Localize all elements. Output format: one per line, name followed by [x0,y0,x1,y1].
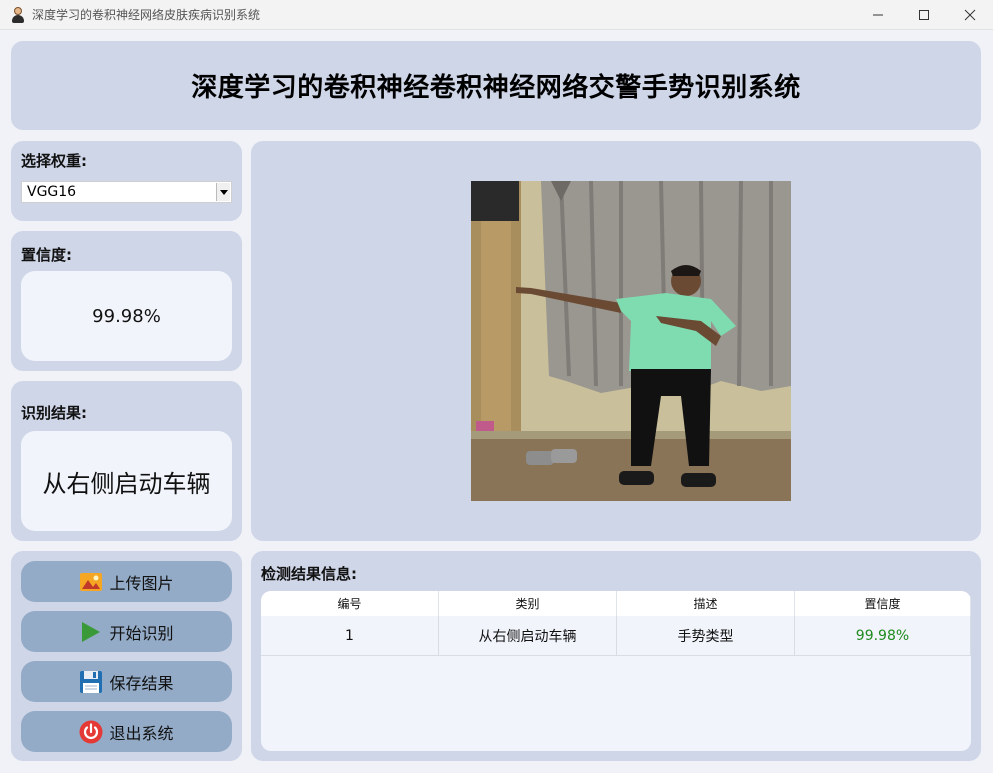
cell-confidence: 99.98% [795,616,971,655]
start-recognition-label: 开始识别 [109,623,174,643]
weight-select[interactable]: VGG16 [21,181,232,203]
image-icon [80,572,103,591]
column-header-confidence[interactable]: 置信度 [795,591,971,616]
results-table[interactable]: 编号 类别 描述 置信度 1 从右侧启动车辆 手势类型 99.98% [261,591,971,751]
minimize-icon [873,14,883,16]
exit-system-label: 退出系统 [109,723,174,743]
minimize-button[interactable] [855,0,901,30]
column-header-id[interactable]: 编号 [261,591,439,616]
start-recognition-button[interactable]: 开始识别 [21,611,232,652]
window-title: 深度学习的卷积神经网络皮肤疾病识别系统 [32,8,261,22]
column-header-description[interactable]: 描述 [617,591,795,616]
upload-image-label: 上传图片 [109,573,174,593]
cell-description: 手势类型 [617,616,795,655]
result-label: 识别结果: [21,404,87,422]
close-button[interactable] [947,0,993,30]
weight-panel: 选择权重: VGG16 [11,141,242,221]
gesture-photo [471,181,791,501]
close-icon [964,9,976,21]
table-header: 编号 类别 描述 置信度 [261,591,971,616]
play-icon [82,621,101,642]
weight-label: 选择权重: [21,152,87,170]
exit-system-button[interactable]: 退出系统 [21,711,232,752]
cell-category: 从右侧启动车辆 [439,616,617,655]
cell-id: 1 [261,616,439,655]
table-row[interactable]: 1 从右侧启动车辆 手势类型 99.98% [261,616,971,656]
save-result-label: 保存结果 [109,673,174,693]
confidence-panel: 置信度: 99.98% [11,231,242,371]
dropdown-arrow-icon[interactable] [216,183,230,201]
result-value: 从右侧启动车辆 [21,431,232,531]
floppy-disk-icon [80,670,103,693]
actions-panel: 上传图片 开始识别 保存结果 退出系统 [11,551,242,761]
column-header-category[interactable]: 类别 [439,591,617,616]
image-panel [251,141,981,541]
maximize-icon [919,10,929,20]
window-titlebar: 深度学习的卷积神经网络皮肤疾病识别系统 [0,0,993,30]
results-table-title: 检测结果信息: [261,565,357,583]
power-icon [79,720,103,743]
page-title: 深度学习的卷积神经卷积神经网络交警手势识别系统 [191,73,801,103]
confidence-label: 置信度: [21,246,72,264]
save-result-button[interactable]: 保存结果 [21,661,232,702]
header-panel: 深度学习的卷积神经卷积神经网络交警手势识别系统 [11,41,981,130]
app-icon [10,6,26,23]
maximize-button[interactable] [901,0,947,30]
confidence-value: 99.98% [21,271,232,361]
weight-select-value: VGG16 [27,184,77,200]
result-panel: 识别结果: 从右侧启动车辆 [11,381,242,541]
upload-image-button[interactable]: 上传图片 [21,561,232,602]
results-table-panel: 检测结果信息: 编号 类别 描述 置信度 1 从右侧启动车辆 手势类型 99.9… [251,551,981,761]
